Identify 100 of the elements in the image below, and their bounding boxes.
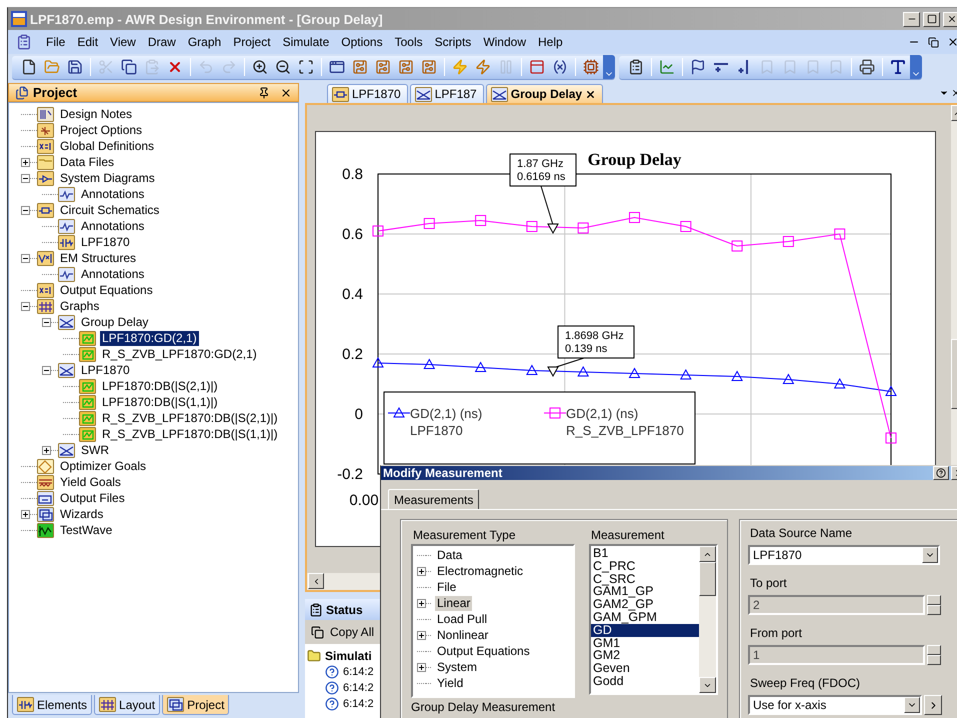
menu-item[interactable]: Project — [227, 33, 277, 51]
menu-item[interactable]: View — [104, 33, 142, 51]
menu-item[interactable]: Simulate — [276, 33, 336, 51]
tree-item[interactable]: Electromagnetic — [435, 564, 526, 578]
list-item[interactable]: GD — [591, 624, 699, 637]
menu-item[interactable]: Scripts — [428, 33, 478, 51]
tree-item[interactable]: Wizards — [58, 506, 106, 522]
list-item[interactable]: GM1 — [591, 636, 699, 650]
panel-tab[interactable]: Layout — [94, 695, 160, 715]
tree-item[interactable]: EM Structures — [58, 250, 138, 266]
tree-item[interactable]: Global Definitions — [58, 138, 156, 154]
tree-item[interactable]: Annotations — [79, 266, 146, 282]
tree-item[interactable]: File — [435, 580, 458, 594]
list-item[interactable]: B1 — [591, 547, 699, 560]
tree-item[interactable]: Group Delay — [79, 314, 150, 330]
menu-item[interactable]: Window — [477, 33, 532, 51]
collapse-icon[interactable] — [21, 254, 30, 262]
collapse-icon[interactable] — [42, 366, 51, 374]
menu-item[interactable]: Tools — [388, 33, 429, 51]
menu-item[interactable]: Options — [335, 33, 389, 51]
measurement-list[interactable]: B1 C_PRC C_SRC GAM1_GP GAM2_GP GAM_GPM GD GM1 GM2 Geven Godd — [589, 544, 718, 695]
minimize-button[interactable] — [903, 12, 920, 26]
tree-item[interactable]: LPF1870:GD(2,1) — [100, 330, 199, 346]
menu-item[interactable]: File — [40, 33, 72, 51]
expand-icon[interactable] — [42, 446, 51, 454]
document-tab[interactable]: LPF187 — [410, 84, 484, 103]
tree-item[interactable]: R_S_ZVB_LPF1870:DB(|S(1,1)|) — [100, 426, 280, 442]
spin-buttons[interactable] — [927, 645, 941, 665]
panel-tab[interactable]: Elements — [12, 695, 92, 715]
tree-item[interactable]: Data Files — [58, 154, 116, 170]
tree-item[interactable]: TestWave — [58, 522, 114, 538]
dropdown[interactable]: LPF1870 — [748, 545, 940, 565]
collapse-icon[interactable] — [42, 318, 51, 326]
menu-item[interactable]: Help — [532, 33, 569, 51]
expand-icon[interactable] — [417, 630, 426, 640]
list-item[interactable]: C_PRC — [591, 560, 699, 573]
tree-item[interactable]: Output Equations — [58, 282, 155, 298]
toolbar-overflow-button[interactable] — [603, 55, 615, 79]
tree-item[interactable]: SWR — [79, 442, 111, 458]
tree-item[interactable]: Yield — [435, 676, 466, 690]
expand-icon[interactable] — [417, 598, 426, 608]
notes-icon — [37, 106, 54, 122]
menu-item[interactable]: Draw — [142, 33, 182, 51]
document-tab[interactable]: Group Delay — [486, 84, 604, 103]
tree-item[interactable]: Yield Goals — [58, 474, 123, 490]
graph-icon — [414, 86, 432, 102]
tree-item[interactable]: R_S_ZVB_LPF1870:DB(|S(2,1)|) — [100, 410, 280, 426]
maximize-button[interactable] — [923, 12, 940, 26]
tree-item[interactable]: Output Equations — [435, 644, 532, 658]
list-item[interactable]: GAM1_GP — [591, 585, 699, 598]
expand-icon[interactable] — [21, 510, 30, 518]
expand-icon[interactable] — [21, 158, 30, 166]
expand-icon[interactable] — [417, 566, 426, 576]
list-item[interactable]: Geven — [591, 662, 699, 675]
collapse-icon[interactable] — [21, 206, 30, 214]
tree-item[interactable]: Nonlinear — [435, 628, 490, 642]
menu-item[interactable]: Edit — [71, 33, 104, 51]
toolbar-overflow-button[interactable] — [910, 55, 922, 79]
tree-item[interactable]: Design Notes — [58, 106, 134, 122]
tree-item[interactable]: LPF1870:DB(|S(2,1)|) — [100, 378, 220, 394]
collapse-icon[interactable] — [21, 302, 30, 310]
tree-item[interactable]: System Diagrams — [58, 170, 157, 186]
dropdown[interactable]: Use for x-axis — [748, 695, 922, 715]
expand-icon[interactable] — [417, 662, 426, 672]
tree-item[interactable]: Annotations — [79, 218, 146, 234]
list-item[interactable]: GM2 — [591, 649, 699, 662]
tree-item[interactable]: R_S_ZVB_LPF1870:GD(2,1) — [100, 346, 259, 362]
output-files-icon — [37, 490, 54, 506]
tree-item[interactable]: LPF1870 — [79, 234, 132, 250]
tree-item[interactable]: Linear — [435, 596, 472, 610]
tree-item[interactable]: LPF1870 — [79, 362, 132, 378]
tree-item[interactable]: Load Pull — [435, 612, 490, 626]
help-button[interactable] — [933, 466, 949, 480]
panel-tab[interactable]: Project — [162, 695, 230, 715]
list-item[interactable]: GAM2_GP — [591, 598, 699, 611]
close-icon[interactable] — [280, 86, 292, 98]
tree-item[interactable]: Data — [435, 548, 464, 562]
spin-buttons[interactable] — [927, 595, 941, 615]
tree-item[interactable]: Project Options — [58, 122, 144, 138]
tree-item[interactable]: Output Files — [58, 490, 127, 506]
list-item[interactable]: Godd — [591, 674, 699, 688]
tree-item[interactable]: LPF1870:DB(|S(1,1)|) — [100, 394, 220, 410]
tree-item[interactable]: Optimizer Goals — [58, 458, 148, 474]
dialog-tab[interactable]: Measurements — [388, 489, 480, 510]
restore-icon[interactable] — [928, 36, 939, 48]
list-item[interactable]: C_SRC — [591, 572, 699, 586]
measurement-type-tree[interactable]: Data Electromagnetic File Linear Load Pull Nonlinear Output Equations System Yield — [411, 544, 575, 698]
tree-item[interactable]: Graphs — [58, 298, 102, 314]
collapse-icon[interactable] — [21, 174, 30, 182]
close-button[interactable] — [943, 12, 957, 26]
tree-item[interactable]: System — [435, 660, 480, 674]
list-item[interactable]: GAM_GPM — [591, 610, 699, 624]
menu-item[interactable]: Graph — [182, 33, 228, 51]
tree-item[interactable]: Annotations — [79, 186, 146, 202]
scrollbar-thumb[interactable] — [699, 562, 716, 596]
document-tab[interactable]: LPF1870 — [327, 84, 408, 103]
tree-item[interactable]: Circuit Schematics — [58, 202, 162, 218]
more-button[interactable] — [924, 695, 942, 715]
close-icon[interactable] — [947, 36, 957, 48]
pin-icon[interactable] — [258, 86, 270, 98]
